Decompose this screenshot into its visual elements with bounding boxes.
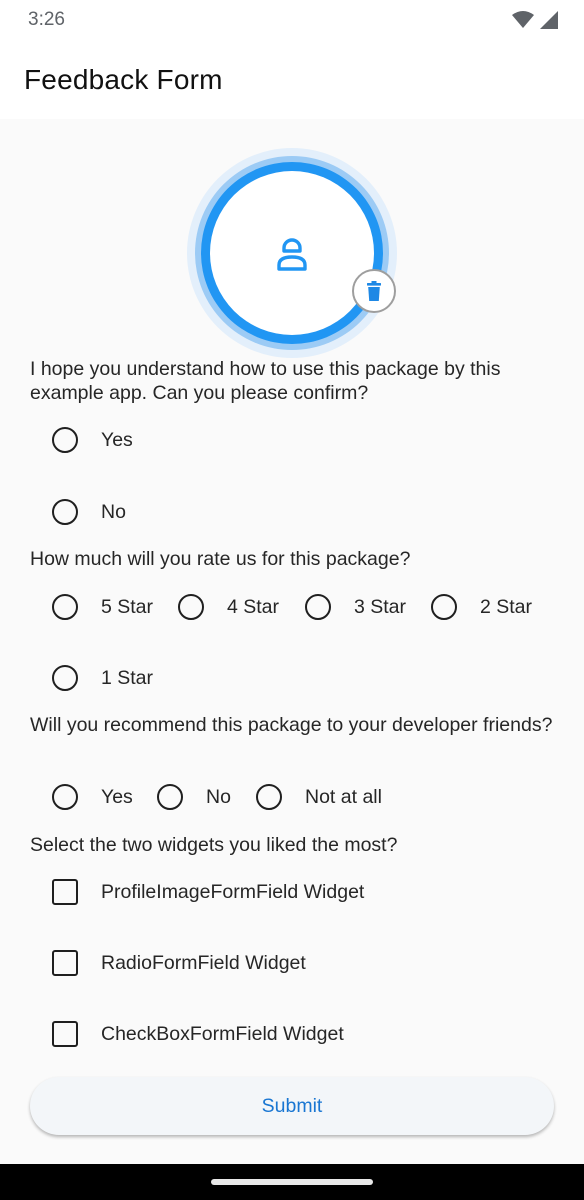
person-icon [277,238,307,271]
page-title: Feedback Form [24,63,223,95]
checkbox[interactable] [52,1021,78,1047]
checkbox-profile-image-widget[interactable]: ProfileImageFormField Widget [52,879,364,905]
delete-image-button[interactable] [352,269,396,313]
checkbox[interactable] [52,950,78,976]
radio-button[interactable] [256,784,282,810]
question-recommend: Will you recommend this package to your … [30,714,553,736]
radio-rating-1[interactable]: 1 Star [52,665,153,691]
status-bar: 3:26 [0,0,584,40]
home-gesture-handle[interactable] [211,1179,373,1185]
wifi-icon [512,11,534,28]
radio-rating-5[interactable]: 5 Star [52,594,153,620]
signal-icon [540,11,558,29]
radio-rating-3[interactable]: 3 Star [305,594,406,620]
status-time: 3:26 [28,9,65,30]
radio-button[interactable] [52,427,78,453]
radio-recommend-yes[interactable]: Yes [52,784,133,810]
option-label: 1 Star [101,666,154,689]
option-label: Not at all [305,785,382,808]
radio-button[interactable] [52,594,78,620]
radio-confirm-yes[interactable]: Yes [52,427,133,453]
option-label: No [101,500,126,523]
radio-button[interactable] [305,594,331,620]
navigation-bar [0,1164,584,1200]
option-label: 4 Star [227,595,280,618]
checkbox[interactable] [52,879,78,905]
option-label: ProfileImageFormField Widget [101,880,365,903]
radio-recommend-not-at-all[interactable]: Not at all [256,784,382,810]
profile-image-field[interactable] [187,148,397,358]
radio-button[interactable] [52,665,78,691]
feedback-screen: 3:26 Feedback Form I hope you understand… [0,0,584,1200]
option-label: 3 Star [354,595,407,618]
radio-button[interactable] [178,594,204,620]
radio-rating-4[interactable]: 4 Star [178,594,279,620]
option-label: No [206,785,231,808]
app-bar: Feedback Form [0,40,584,119]
radio-button[interactable] [52,499,78,525]
option-label: Yes [101,785,133,808]
checkbox-checkbox-widget[interactable]: CheckBoxFormField Widget [52,1021,344,1047]
trash-icon [367,281,381,301]
question-rating: How much will you rate us for this packa… [30,548,411,570]
radio-confirm-no[interactable]: No [52,499,126,525]
radio-recommend-no[interactable]: No [157,784,231,810]
option-label: RadioFormField Widget [101,951,306,974]
option-label: 2 Star [480,595,533,618]
option-label: 5 Star [101,595,154,618]
radio-button[interactable] [431,594,457,620]
status-icons [512,11,558,29]
radio-button[interactable] [52,784,78,810]
question-confirm: I hope you understand how to use this pa… [30,358,501,404]
radio-button[interactable] [157,784,183,810]
submit-button[interactable]: Submit [30,1077,554,1135]
question-widgets: Select the two widgets you liked the mos… [30,834,398,856]
option-label: Yes [101,428,133,451]
radio-rating-2[interactable]: 2 Star [431,594,532,620]
checkbox-radio-widget[interactable]: RadioFormField Widget [52,950,306,976]
option-label: CheckBoxFormField Widget [101,1022,344,1045]
